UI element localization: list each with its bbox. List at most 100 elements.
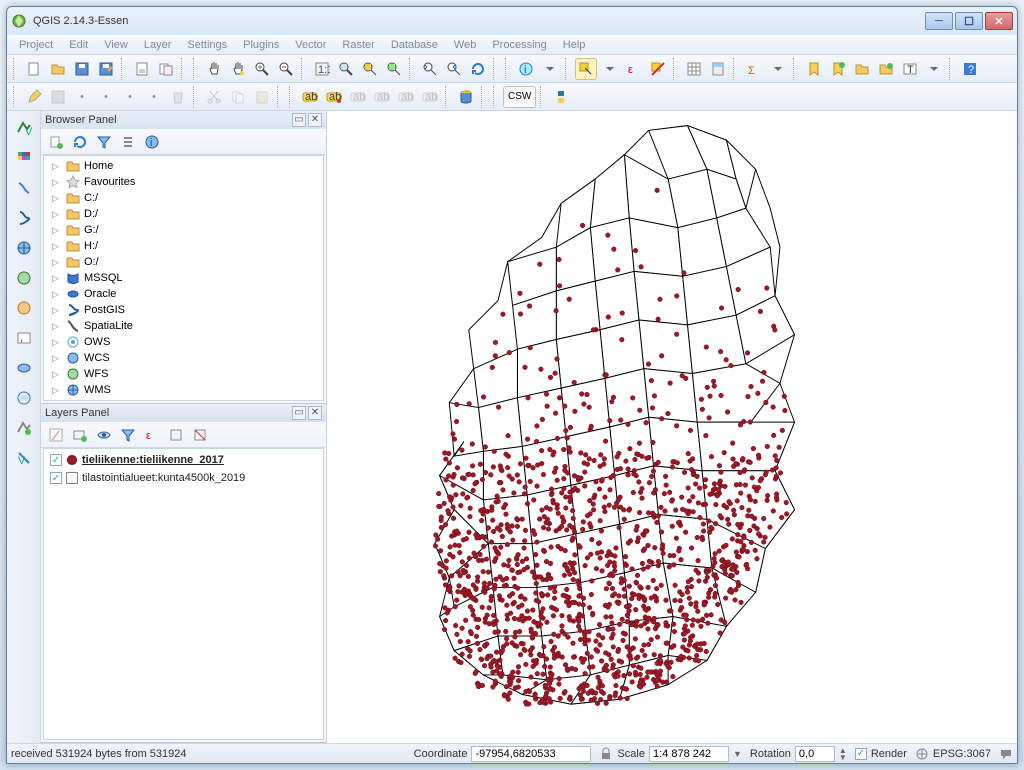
label-abc1[interactable]: abc: [299, 86, 321, 108]
sigma-button[interactable]: Σ: [743, 58, 765, 80]
composer-manager-button[interactable]: [155, 58, 177, 80]
layers-tree[interactable]: ✓tieliikenne:tieliikenne_2017✓tilastoint…: [43, 448, 324, 740]
new-shapefile-button[interactable]: [11, 415, 37, 441]
help-button[interactable]: ?: [959, 58, 981, 80]
label-abc6[interactable]: abc: [419, 86, 441, 108]
layers-filter-button[interactable]: [117, 424, 139, 446]
browser-item[interactable]: ▷Oracle: [44, 286, 323, 302]
menu-layer[interactable]: Layer: [136, 37, 180, 53]
select-features-button[interactable]: [575, 58, 597, 80]
zoom-native-button[interactable]: 1:1: [311, 58, 333, 80]
wfs-layer-button[interactable]: [11, 295, 37, 321]
print-composer-button[interactable]: [131, 58, 153, 80]
pan-to-selection-button[interactable]: [227, 58, 249, 80]
field-calculator-button[interactable]: [707, 58, 729, 80]
pan-button[interactable]: [203, 58, 225, 80]
browser-item[interactable]: ▷OWS: [44, 334, 323, 350]
browser-item[interactable]: ▷WCS: [44, 350, 323, 366]
coord-input[interactable]: [471, 746, 591, 762]
browser-undock-button[interactable]: ▭: [292, 113, 306, 127]
zoom-out-button[interactable]: [275, 58, 297, 80]
copy-button[interactable]: [227, 86, 249, 108]
browser-properties-button[interactable]: i: [141, 131, 163, 153]
crs-icon[interactable]: [915, 747, 929, 761]
delimited-layer-button[interactable]: ,: [11, 325, 37, 351]
postgis-layer-button[interactable]: [11, 205, 37, 231]
cut-button[interactable]: [203, 86, 225, 108]
new-project-button[interactable]: [23, 58, 45, 80]
wms-layer-button[interactable]: [11, 235, 37, 261]
select-expression-button[interactable]: ε: [623, 58, 645, 80]
crs-label[interactable]: EPSG:3067: [933, 748, 991, 760]
menu-settings[interactable]: Settings: [179, 37, 235, 53]
text-annotation-button[interactable]: T: [899, 58, 921, 80]
identify-dropdown[interactable]: [539, 58, 561, 80]
deselect-button[interactable]: [647, 58, 669, 80]
save-as-button[interactable]: [95, 58, 117, 80]
browser-item[interactable]: ▷SpatiaLite: [44, 318, 323, 334]
menu-help[interactable]: Help: [555, 37, 594, 53]
refresh-button[interactable]: [467, 58, 489, 80]
menu-view[interactable]: View: [96, 37, 136, 53]
folder2-button[interactable]: [875, 58, 897, 80]
menu-database[interactable]: Database: [383, 37, 446, 53]
render-checkbox[interactable]: ✓: [855, 748, 867, 760]
layers-add-group-button[interactable]: [69, 424, 91, 446]
sigma-dropdown[interactable]: [767, 58, 789, 80]
attribute-table-button[interactable]: [683, 58, 705, 80]
browser-item[interactable]: ▷MSSQL: [44, 270, 323, 286]
label-abc2[interactable]: abc: [323, 86, 345, 108]
zoom-in-button[interactable]: [251, 58, 273, 80]
ed3[interactable]: •: [119, 86, 141, 108]
browser-item[interactable]: ▷O:/: [44, 254, 323, 270]
maximize-button[interactable]: ☐: [955, 12, 983, 30]
scale-dropdown-icon[interactable]: ▼: [733, 749, 742, 759]
save-edits-button[interactable]: [47, 86, 69, 108]
browser-item[interactable]: ▷G:/: [44, 222, 323, 238]
menu-vector[interactable]: Vector: [287, 37, 334, 53]
label-abc3[interactable]: abc: [347, 86, 369, 108]
ed4[interactable]: •: [143, 86, 165, 108]
ed2[interactable]: •: [95, 86, 117, 108]
vector-layer-button[interactable]: V: [11, 115, 37, 141]
zoom-to-selection-button[interactable]: [359, 58, 381, 80]
layers-styling-button[interactable]: [45, 424, 67, 446]
menu-plugins[interactable]: Plugins: [235, 37, 287, 53]
menu-edit[interactable]: Edit: [61, 37, 96, 53]
ed1[interactable]: •: [71, 86, 93, 108]
scale-lock-icon[interactable]: [599, 747, 613, 761]
label-abc4[interactable]: abc: [371, 86, 393, 108]
browser-collapse-button[interactable]: [117, 131, 139, 153]
layers-visibility-button[interactable]: [93, 424, 115, 446]
browser-item[interactable]: ▷WFS: [44, 366, 323, 382]
layer-checkbox[interactable]: ✓: [50, 454, 62, 466]
map-canvas[interactable]: [327, 111, 1017, 743]
select-dropdown[interactable]: [599, 58, 621, 80]
layer-item[interactable]: ✓tieliikenne:tieliikenne_2017: [44, 451, 323, 469]
new-bookmark-button[interactable]: [827, 58, 849, 80]
csw-button[interactable]: CSW: [503, 86, 536, 108]
folder1-button[interactable]: [851, 58, 873, 80]
browser-item[interactable]: ▷C:/: [44, 190, 323, 206]
browser-filter-button[interactable]: [93, 131, 115, 153]
browser-close-button[interactable]: ✕: [308, 113, 322, 127]
raster-layer-button[interactable]: [11, 145, 37, 171]
rotation-spinner-icon[interactable]: ▲▼: [839, 747, 847, 761]
zoom-to-layer-button[interactable]: [383, 58, 405, 80]
zoom-last-button[interactable]: [419, 58, 441, 80]
browser-item[interactable]: ▷PostGIS: [44, 302, 323, 318]
menu-processing[interactable]: Processing: [484, 37, 554, 53]
browser-item[interactable]: ▷WMS: [44, 382, 323, 398]
layers-close-button[interactable]: ✕: [308, 406, 322, 420]
close-button[interactable]: ✕: [985, 12, 1013, 30]
paste-button[interactable]: [251, 86, 273, 108]
layers-undock-button[interactable]: ▭: [292, 406, 306, 420]
messages-icon[interactable]: [999, 747, 1013, 761]
layers-expand-button[interactable]: [165, 424, 187, 446]
zoom-full-button[interactable]: [335, 58, 357, 80]
menu-project[interactable]: Project: [11, 37, 61, 53]
label-abc5[interactable]: abc: [395, 86, 417, 108]
browser-item[interactable]: ▷Home: [44, 158, 323, 174]
menu-raster[interactable]: Raster: [334, 37, 382, 53]
virtual-layer-button[interactable]: [11, 385, 37, 411]
